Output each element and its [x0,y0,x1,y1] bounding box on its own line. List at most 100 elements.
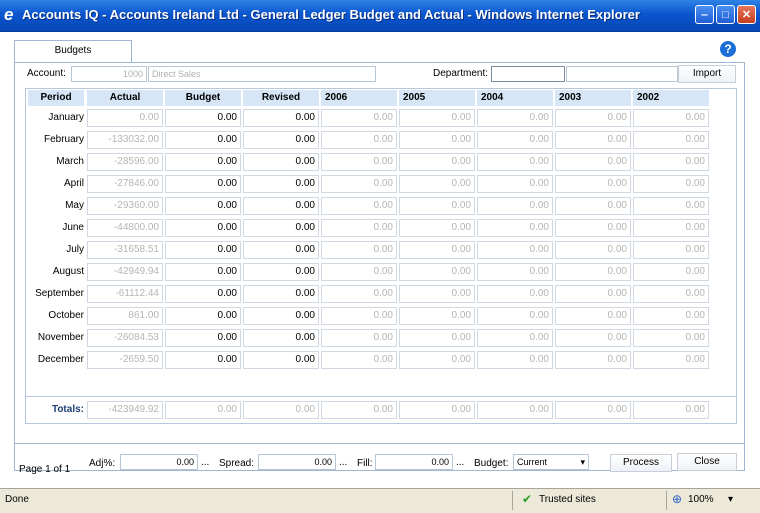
grid-cell-y2004[interactable]: 0.00 [477,175,553,193]
help-icon[interactable]: ? [720,41,736,57]
spread-input[interactable]: 0.00 [258,454,336,470]
grid-cell-y2006[interactable]: 0.00 [321,219,397,237]
grid-cell-revised[interactable]: 0.00 [243,241,319,259]
grid-cell-y2004[interactable]: 0.00 [477,241,553,259]
grid-cell-y2003[interactable]: 0.00 [555,307,631,325]
grid-cell-revised[interactable]: 0.00 [243,219,319,237]
grid-cell-revised[interactable]: 0.00 [243,329,319,347]
grid-cell-y2005[interactable]: 0.00 [399,219,475,237]
account-name-field[interactable]: Direct Sales [148,66,376,82]
grid-cell-actual[interactable]: -133032.00 [87,131,163,149]
grid-cell-y2005[interactable]: 0.00 [399,307,475,325]
grid-cell-y2005[interactable]: 0.00 [399,241,475,259]
grid-cell-y2002[interactable]: 0.00 [633,263,709,281]
grid-cell-y2002[interactable]: 0.00 [633,351,709,369]
grid-cell-y2005[interactable]: 0.00 [399,351,475,369]
grid-cell-actual[interactable]: -2659.50 [87,351,163,369]
grid-cell-y2003[interactable]: 0.00 [555,351,631,369]
grid-cell-revised[interactable]: 0.00 [243,351,319,369]
grid-cell-y2004[interactable]: 0.00 [477,307,553,325]
grid-cell-budget[interactable]: 0.00 [165,153,241,171]
grid-cell-y2003[interactable]: 0.00 [555,109,631,127]
spread-ellipsis-button[interactable]: ... [339,457,347,468]
grid-cell-budget[interactable]: 0.00 [165,131,241,149]
grid-cell-y2005[interactable]: 0.00 [399,197,475,215]
grid-cell-y2003[interactable]: 0.00 [555,241,631,259]
grid-cell-y2002[interactable]: 0.00 [633,219,709,237]
grid-cell-budget[interactable]: 0.00 [165,285,241,303]
grid-cell-actual[interactable]: -28596.00 [87,153,163,171]
grid-cell-y2006[interactable]: 0.00 [321,263,397,281]
grid-cell-y2004[interactable]: 0.00 [477,285,553,303]
adj-ellipsis-button[interactable]: ... [201,457,209,468]
zoom-icon[interactable]: ⊕ [672,492,682,506]
grid-cell-budget[interactable]: 0.00 [165,219,241,237]
grid-cell-y2006[interactable]: 0.00 [321,153,397,171]
grid-cell-y2002[interactable]: 0.00 [633,131,709,149]
grid-cell-y2003[interactable]: 0.00 [555,219,631,237]
grid-cell-revised[interactable]: 0.00 [243,131,319,149]
grid-cell-y2004[interactable]: 0.00 [477,351,553,369]
grid-cell-y2004[interactable]: 0.00 [477,131,553,149]
grid-cell-y2004[interactable]: 0.00 [477,197,553,215]
tab-budgets[interactable]: Budgets [14,40,132,62]
budget-select[interactable]: Current ▾ [513,454,589,470]
grid-cell-actual[interactable]: -61112.44 [87,285,163,303]
zoom-level[interactable]: 100% [688,494,714,505]
grid-cell-revised[interactable]: 0.00 [243,263,319,281]
grid-cell-y2003[interactable]: 0.00 [555,197,631,215]
grid-cell-y2006[interactable]: 0.00 [321,285,397,303]
grid-cell-actual[interactable]: -44800.00 [87,219,163,237]
grid-cell-y2006[interactable]: 0.00 [321,241,397,259]
grid-cell-y2005[interactable]: 0.00 [399,109,475,127]
grid-cell-y2006[interactable]: 0.00 [321,197,397,215]
grid-cell-actual[interactable]: -31658.51 [87,241,163,259]
grid-cell-actual[interactable]: -26084.53 [87,329,163,347]
grid-cell-y2004[interactable]: 0.00 [477,153,553,171]
minimize-button[interactable]: ‒ [695,5,714,24]
grid-cell-y2002[interactable]: 0.00 [633,153,709,171]
department-name-field[interactable] [566,66,678,82]
grid-cell-budget[interactable]: 0.00 [165,197,241,215]
grid-cell-y2006[interactable]: 0.00 [321,175,397,193]
grid-cell-budget[interactable]: 0.00 [165,351,241,369]
grid-cell-y2004[interactable]: 0.00 [477,109,553,127]
grid-cell-budget[interactable]: 0.00 [165,175,241,193]
grid-cell-budget[interactable]: 0.00 [165,241,241,259]
grid-cell-y2006[interactable]: 0.00 [321,351,397,369]
grid-cell-y2004[interactable]: 0.00 [477,329,553,347]
grid-cell-y2005[interactable]: 0.00 [399,263,475,281]
grid-cell-y2003[interactable]: 0.00 [555,285,631,303]
grid-cell-y2002[interactable]: 0.00 [633,175,709,193]
grid-cell-budget[interactable]: 0.00 [165,307,241,325]
grid-cell-budget[interactable]: 0.00 [165,329,241,347]
grid-cell-revised[interactable]: 0.00 [243,285,319,303]
account-code-field[interactable]: 1000 [71,66,147,82]
grid-cell-y2002[interactable]: 0.00 [633,197,709,215]
close-window-button[interactable]: ✕ [737,5,756,24]
grid-cell-budget[interactable]: 0.00 [165,109,241,127]
zoom-dropdown-icon[interactable]: ▾ [728,494,733,505]
grid-cell-y2006[interactable]: 0.00 [321,131,397,149]
grid-cell-budget[interactable]: 0.00 [165,263,241,281]
grid-cell-y2002[interactable]: 0.00 [633,329,709,347]
fill-input[interactable]: 0.00 [375,454,453,470]
grid-cell-y2005[interactable]: 0.00 [399,329,475,347]
grid-cell-y2003[interactable]: 0.00 [555,131,631,149]
grid-cell-y2002[interactable]: 0.00 [633,109,709,127]
grid-cell-y2005[interactable]: 0.00 [399,175,475,193]
grid-cell-y2004[interactable]: 0.00 [477,219,553,237]
grid-cell-y2005[interactable]: 0.00 [399,131,475,149]
grid-cell-revised[interactable]: 0.00 [243,109,319,127]
import-button[interactable]: Import [678,65,736,83]
grid-cell-y2005[interactable]: 0.00 [399,153,475,171]
grid-cell-y2004[interactable]: 0.00 [477,263,553,281]
department-code-field[interactable] [491,66,565,82]
grid-cell-y2006[interactable]: 0.00 [321,307,397,325]
grid-cell-revised[interactable]: 0.00 [243,175,319,193]
grid-cell-actual[interactable]: -29360.00 [87,197,163,215]
grid-cell-revised[interactable]: 0.00 [243,153,319,171]
title-bar[interactable]: e Accounts IQ - Accounts Ireland Ltd - G… [0,0,760,32]
grid-cell-y2003[interactable]: 0.00 [555,329,631,347]
grid-cell-y2002[interactable]: 0.00 [633,241,709,259]
